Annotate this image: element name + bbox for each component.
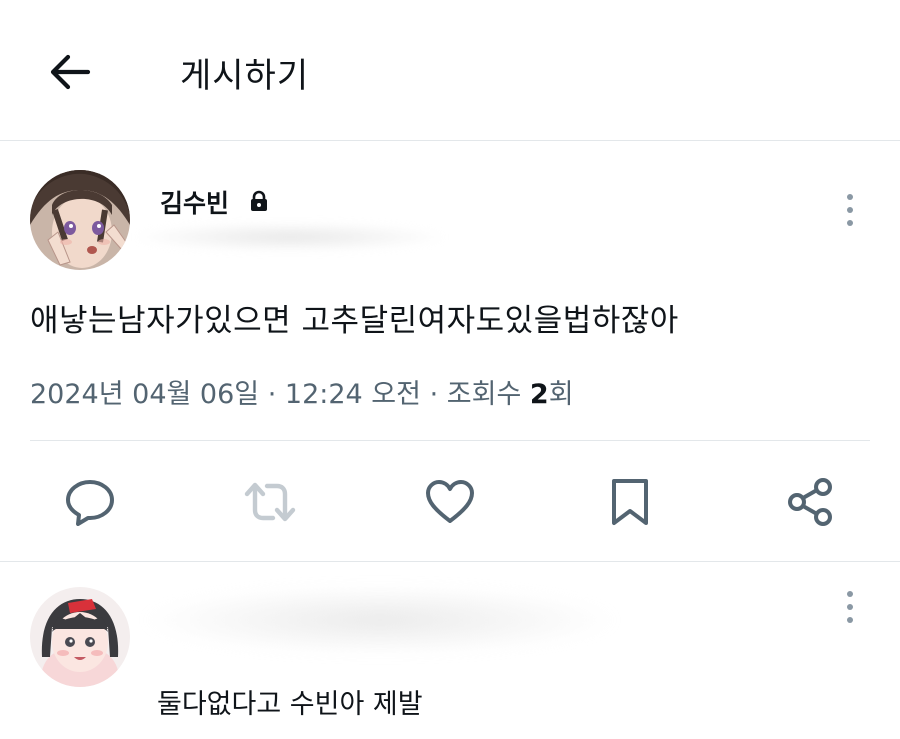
like-button[interactable]	[420, 470, 480, 534]
avatar-illustration	[30, 170, 130, 270]
meta-separator: ·	[267, 379, 277, 410]
lock-icon	[251, 190, 267, 211]
views-count: 2	[529, 379, 549, 410]
dot	[847, 194, 853, 200]
bookmark-icon	[612, 479, 648, 525]
meta-divider	[30, 440, 870, 441]
reply-text: 둘다없다고 수빈아 제발	[157, 689, 423, 720]
author-handle-redacted	[130, 222, 450, 252]
reply-icon	[66, 480, 114, 526]
action-bar	[0, 470, 900, 534]
top-bar: 게시하기	[0, 0, 900, 140]
retweet-icon	[244, 482, 296, 522]
reply-button[interactable]	[60, 470, 120, 534]
avatar-illustration	[30, 587, 130, 687]
retweet-button[interactable]	[240, 470, 300, 534]
bookmark-button[interactable]	[600, 470, 660, 534]
actions-divider	[0, 561, 900, 562]
share-icon	[788, 478, 832, 526]
post-date[interactable]: 2024년 04월 06일	[30, 379, 259, 410]
page-title: 게시하기	[180, 56, 310, 96]
dot	[847, 604, 853, 610]
reply-author-redacted	[140, 585, 620, 655]
views-label: 조회수	[446, 379, 522, 410]
dot	[847, 591, 853, 597]
post-time[interactable]: 12:24 오전	[285, 379, 421, 410]
back-button[interactable]	[44, 46, 96, 98]
post-meta: 2024년 04월 06일 · 12:24 오전 · 조회수 2회	[30, 372, 574, 411]
views-unit: 회	[548, 379, 574, 410]
author-name[interactable]: 김수빈	[160, 184, 229, 220]
dot	[847, 617, 853, 623]
post-text: 애낳는남자가있으면 고추달린여자도있을법하잖아	[30, 303, 679, 339]
dot	[847, 207, 853, 213]
reply-more-button[interactable]	[838, 587, 862, 627]
heart-icon	[426, 480, 474, 523]
arrow-left-icon	[50, 54, 91, 90]
meta-separator: ·	[429, 379, 439, 410]
dot	[847, 220, 853, 226]
author-avatar[interactable]	[30, 170, 130, 270]
share-button[interactable]	[780, 470, 840, 534]
post-more-button[interactable]	[838, 190, 862, 230]
reply-author-avatar[interactable]	[30, 587, 130, 687]
header-divider	[0, 140, 900, 141]
